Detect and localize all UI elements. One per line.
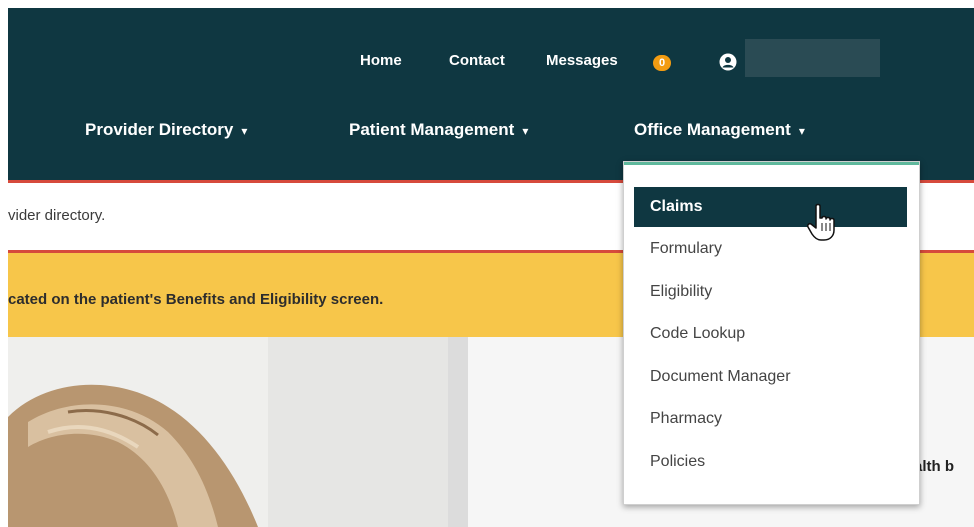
hand-cursor-icon <box>807 203 835 241</box>
user-name-redacted[interactable] <box>745 39 880 77</box>
nav-patient-management[interactable]: Patient Management ▾ <box>349 120 528 140</box>
menu-item-document-manager[interactable]: Document Manager <box>634 357 907 397</box>
menu-item-formulary[interactable]: Formulary <box>634 229 907 269</box>
chevron-down-icon: ▾ <box>522 123 529 138</box>
messages-count-badge: 0 <box>653 55 671 71</box>
person-hair-image <box>8 337 448 527</box>
dropdown-accent-bar <box>624 162 919 165</box>
user-icon[interactable] <box>719 53 737 71</box>
site-header: Home Contact Messages 0 Provider Directo… <box>8 8 974 180</box>
office-management-dropdown: Claims Formulary Eligibility Code Lookup… <box>623 161 920 505</box>
menu-item-eligibility[interactable]: Eligibility <box>634 272 907 312</box>
messages-link[interactable]: Messages <box>546 52 618 69</box>
hero-heading: alth b <box>914 458 954 475</box>
menu-item-policies[interactable]: Policies <box>634 442 907 482</box>
chevron-down-icon: ▾ <box>241 123 248 138</box>
nav-provider-directory-label: Provider Directory <box>85 120 234 139</box>
nav-patient-management-label: Patient Management <box>349 120 515 139</box>
main-nav: Provider Directory ▾ Patient Management ▾ … <box>8 120 974 146</box>
menu-item-claims[interactable]: Claims <box>634 187 907 227</box>
menu-item-pharmacy[interactable]: Pharmacy <box>634 399 907 439</box>
nav-office-management-label: Office Management <box>634 120 791 139</box>
info-text: vider directory. <box>8 207 106 224</box>
hero-divider-panel <box>448 337 468 527</box>
menu-item-code-lookup[interactable]: Code Lookup <box>634 314 907 354</box>
page-left-edge <box>0 0 8 527</box>
chevron-down-icon: ▾ <box>798 123 805 138</box>
home-link[interactable]: Home <box>360 52 402 69</box>
utility-nav: Home Contact Messages 0 <box>8 39 974 77</box>
nav-provider-directory[interactable]: Provider Directory ▾ <box>85 120 247 140</box>
contact-link[interactable]: Contact <box>449 52 505 69</box>
alert-text: cated on the patient's Benefits and Elig… <box>8 291 384 308</box>
hero-photo <box>8 337 448 527</box>
nav-office-management[interactable]: Office Management ▾ <box>634 120 805 140</box>
